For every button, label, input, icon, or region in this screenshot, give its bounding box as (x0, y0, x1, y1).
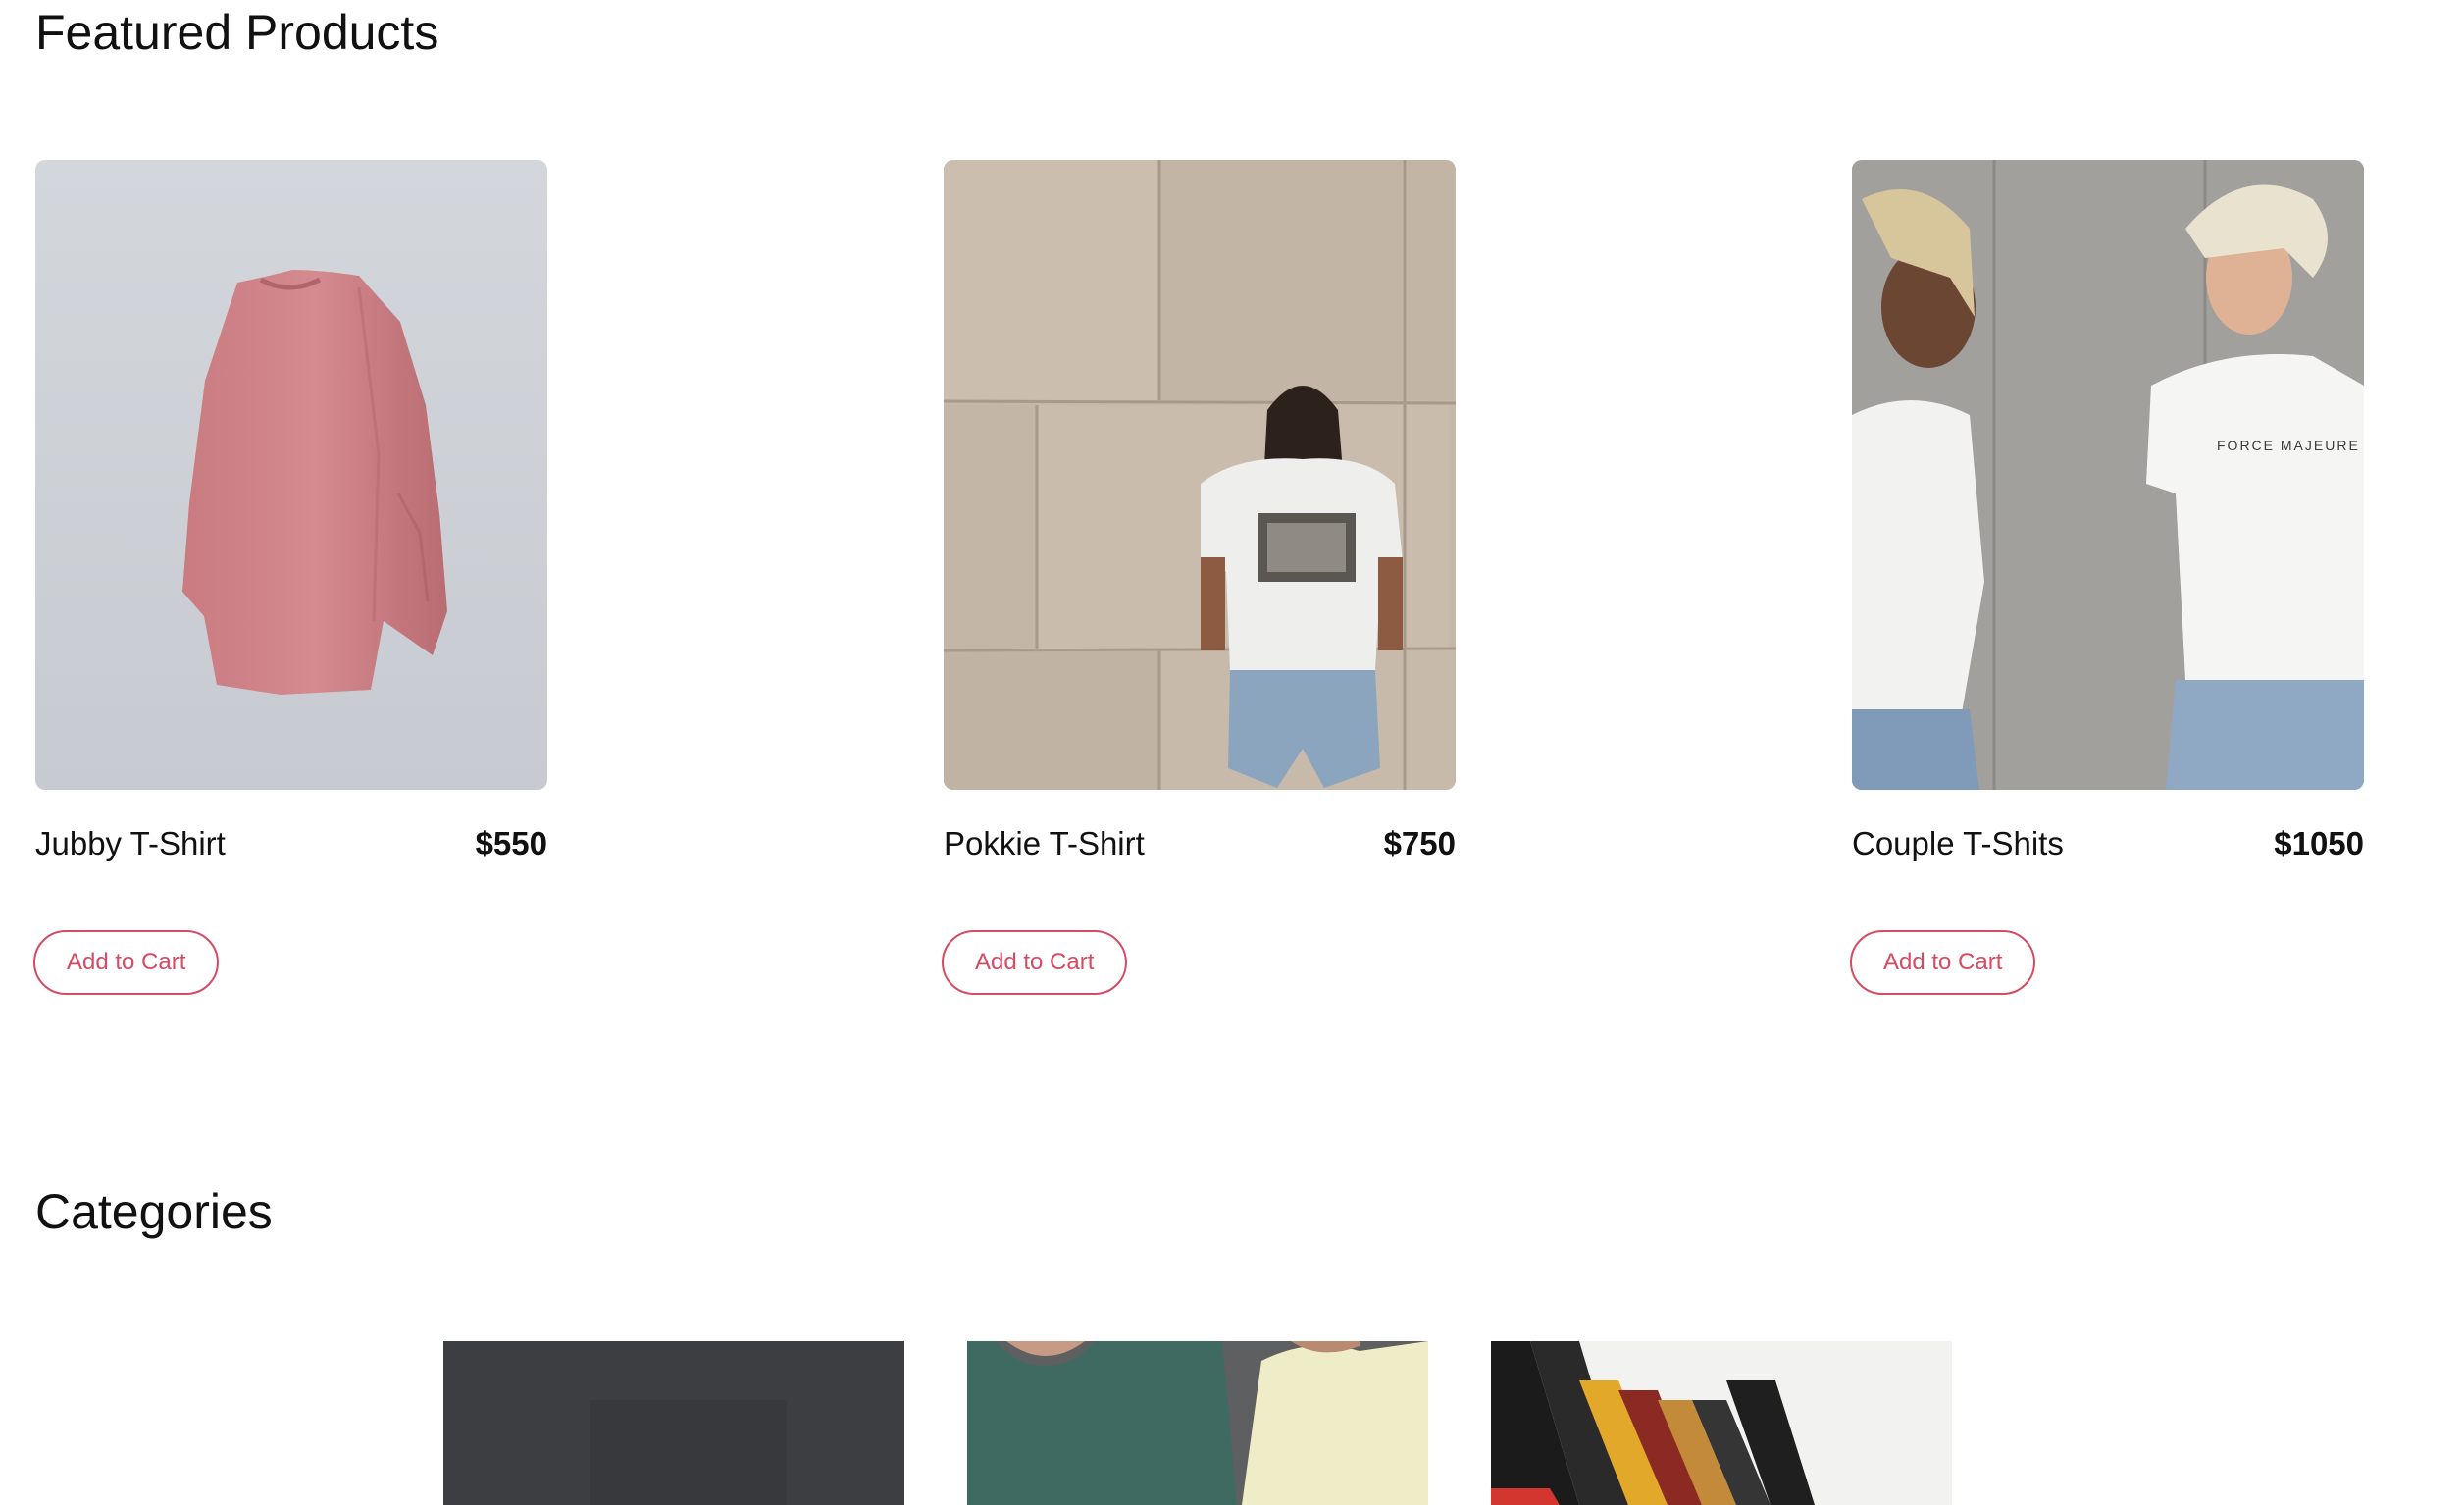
add-to-cart-button[interactable]: Add to Cart (1850, 930, 2036, 995)
product-price: $1050 (2274, 825, 2364, 861)
pink-tshirt-photo (35, 160, 547, 790)
category-tile-tshirts[interactable] (967, 1341, 1428, 1505)
product-meta: Jubby T-Shirt $550 (35, 825, 547, 862)
product-meta: Pokkie T-Shirt $750 (944, 825, 1456, 862)
featured-products-title: Featured Products (35, 5, 439, 60)
add-to-cart-button[interactable]: Add to Cart (942, 930, 1128, 995)
product-card-pokkie: Pokkie T-Shirt $750 Add to Cart (942, 160, 1456, 995)
couple-white-tshirts-photo (1852, 160, 2364, 790)
category-tile-dark[interactable] (443, 1341, 904, 1505)
categories-title: Categories (35, 1184, 273, 1239)
product-image-couple-tshirts[interactable]: FORCE MAJEURE (1852, 160, 2364, 790)
category-tile-hangers[interactable] (1491, 1341, 1952, 1505)
product-card-jubby: Jubby T-Shirt $550 Add to Cart (33, 160, 547, 995)
product-price: $550 (475, 825, 547, 861)
man-white-tshirt-photo (944, 160, 1456, 790)
green-cream-tshirts-photo (967, 1341, 1428, 1505)
product-price: $750 (1383, 825, 1456, 861)
dark-fabric-photo (443, 1341, 904, 1505)
product-name[interactable]: Jubby T-Shirt (35, 825, 226, 862)
tshirts-on-hangers-photo (1491, 1341, 1952, 1505)
product-meta: Couple T-Shits $1050 (1852, 825, 2364, 862)
print-text: FORCE MAJEURE (2217, 438, 2360, 453)
force-majeure-print: FORCE MAJEURE (2217, 438, 2360, 453)
add-to-cart-button[interactable]: Add to Cart (33, 930, 220, 995)
product-image-man-white-tshirt[interactable] (944, 160, 1456, 790)
product-card-couple: FORCE MAJEURE Couple T-Shits $1050 Add t… (1850, 160, 2364, 995)
product-name[interactable]: Pokkie T-Shirt (944, 825, 1145, 862)
product-image-pink-tshirt[interactable] (35, 160, 547, 790)
product-name[interactable]: Couple T-Shits (1852, 825, 2064, 862)
